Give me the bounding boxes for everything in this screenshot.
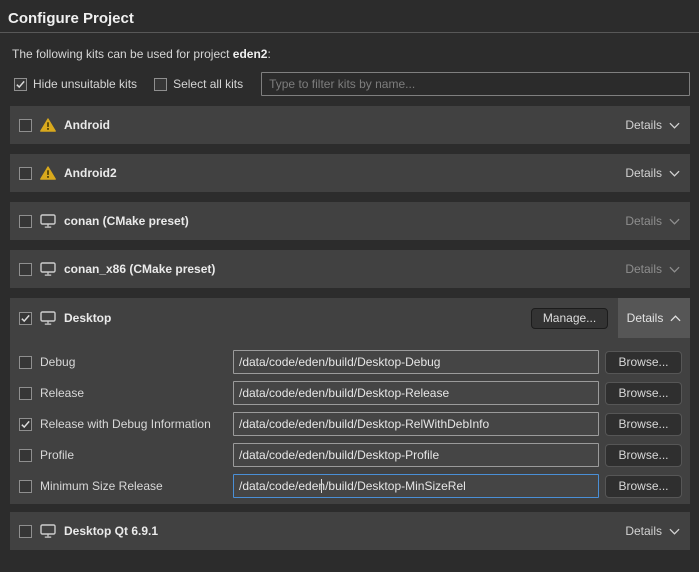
- subtitle: The following kits can be used for proje…: [12, 47, 699, 61]
- build-dir-input[interactable]: [233, 443, 599, 467]
- check-icon: [20, 419, 31, 430]
- subtitle-suffix: :: [267, 47, 270, 61]
- details-button[interactable]: Details: [618, 298, 690, 338]
- filter-input[interactable]: [261, 72, 690, 96]
- kit-name: Android2: [64, 166, 117, 180]
- kit-row-android: Android Details: [10, 106, 690, 144]
- details-label: Details: [625, 524, 662, 538]
- build-dir-input[interactable]: [233, 474, 599, 498]
- build-config-row-minsizerel: Minimum Size Release Browse...: [19, 474, 682, 498]
- kit-name: Desktop Qt 6.9.1: [64, 524, 158, 538]
- details-label: Details: [625, 118, 662, 132]
- kit-name: conan_x86 (CMake preset): [64, 262, 215, 276]
- build-config-row-debug: Debug Browse...: [19, 350, 682, 374]
- config-label: Release: [40, 386, 233, 400]
- kit-row-desktop: Desktop Manage... Details: [10, 298, 690, 338]
- details-button[interactable]: Details: [615, 202, 690, 240]
- kit-checkbox[interactable]: [19, 312, 32, 325]
- config-checkbox[interactable]: [19, 480, 32, 493]
- details-button[interactable]: Details: [615, 512, 690, 550]
- warning-icon: [40, 166, 56, 180]
- kit-checkbox[interactable]: [19, 119, 32, 132]
- build-dir-field: [233, 474, 599, 498]
- kit-row-android2: Android2 Details: [10, 154, 690, 192]
- kit-checkbox[interactable]: [19, 215, 32, 228]
- page-title: Configure Project: [8, 10, 699, 28]
- kit-name: Desktop: [64, 311, 111, 325]
- kit-name: Android: [64, 118, 110, 132]
- project-name: eden2: [233, 47, 268, 61]
- details-button[interactable]: Details: [615, 106, 690, 144]
- monitor-icon: [40, 311, 56, 325]
- kit-checkbox[interactable]: [19, 263, 32, 276]
- monitor-icon: [40, 524, 56, 538]
- config-label: Profile: [40, 448, 233, 462]
- warning-icon: [40, 118, 56, 132]
- title-separator: [0, 32, 699, 33]
- config-label: Minimum Size Release: [40, 479, 233, 493]
- config-checkbox[interactable]: [19, 387, 32, 400]
- build-dir-input[interactable]: [233, 412, 599, 436]
- build-config-row-release: Release Browse...: [19, 381, 682, 405]
- hide-unsuitable-checkbox[interactable]: [14, 78, 27, 91]
- kit-name: conan (CMake preset): [64, 214, 189, 228]
- browse-button[interactable]: Browse...: [605, 382, 682, 405]
- build-dir-field: [233, 381, 599, 405]
- kit-checkbox[interactable]: [19, 525, 32, 538]
- details-button[interactable]: Details: [615, 250, 690, 288]
- monitor-icon: [40, 262, 56, 276]
- browse-button[interactable]: Browse...: [605, 351, 682, 374]
- select-all-group: Select all kits: [154, 77, 243, 91]
- config-checkbox[interactable]: [19, 356, 32, 369]
- build-dir-field: [233, 443, 599, 467]
- kit-list: Android Details Android2 Details conan (…: [0, 106, 699, 550]
- details-button[interactable]: Details: [615, 154, 690, 192]
- details-label: Details: [625, 214, 662, 228]
- kit-row-desktop-qt-691: Desktop Qt 6.9.1 Details: [10, 512, 690, 550]
- filter-controls-row: Hide unsuitable kits Select all kits: [14, 71, 690, 97]
- build-config-list: Debug Browse... Release Browse... Releas…: [10, 338, 690, 505]
- config-checkbox[interactable]: [19, 449, 32, 462]
- kit-row-conan-x86: conan_x86 (CMake preset) Details: [10, 250, 690, 288]
- subtitle-prefix: The following kits can be used for proje…: [12, 47, 233, 61]
- details-label: Details: [627, 311, 664, 325]
- chevron-down-icon: [669, 122, 680, 129]
- hide-unsuitable-label: Hide unsuitable kits: [33, 77, 137, 91]
- build-dir-field: [233, 412, 599, 436]
- kit-checkbox[interactable]: [19, 167, 32, 180]
- kit-section-desktop: Desktop Manage... Details Debug Browse..…: [10, 298, 690, 504]
- select-all-checkbox[interactable]: [154, 78, 167, 91]
- configure-project-page: { "window": { "title": "Configure Projec…: [0, 10, 699, 572]
- build-dir-input[interactable]: [233, 350, 599, 374]
- config-checkbox[interactable]: [19, 418, 32, 431]
- text-caret: [321, 479, 322, 493]
- hide-unsuitable-group: Hide unsuitable kits: [14, 77, 137, 91]
- chevron-down-icon: [669, 218, 680, 225]
- build-dir-input[interactable]: [233, 381, 599, 405]
- browse-button[interactable]: Browse...: [605, 444, 682, 467]
- browse-button[interactable]: Browse...: [605, 475, 682, 498]
- chevron-down-icon: [669, 170, 680, 177]
- chevron-down-icon: [669, 528, 680, 535]
- details-label: Details: [625, 166, 662, 180]
- build-config-row-relwithdebinfo: Release with Debug Information Browse...: [19, 412, 682, 436]
- chevron-down-icon: [669, 266, 680, 273]
- select-all-label: Select all kits: [173, 77, 243, 91]
- check-icon: [15, 79, 26, 90]
- monitor-icon: [40, 214, 56, 228]
- chevron-up-icon: [670, 315, 681, 322]
- browse-button[interactable]: Browse...: [605, 413, 682, 436]
- config-label: Release with Debug Information: [40, 417, 233, 431]
- details-label: Details: [625, 262, 662, 276]
- kit-row-conan: conan (CMake preset) Details: [10, 202, 690, 240]
- config-label: Debug: [40, 355, 233, 369]
- manage-button[interactable]: Manage...: [531, 308, 608, 329]
- check-icon: [20, 313, 31, 324]
- build-config-row-profile: Profile Browse...: [19, 443, 682, 467]
- build-dir-field: [233, 350, 599, 374]
